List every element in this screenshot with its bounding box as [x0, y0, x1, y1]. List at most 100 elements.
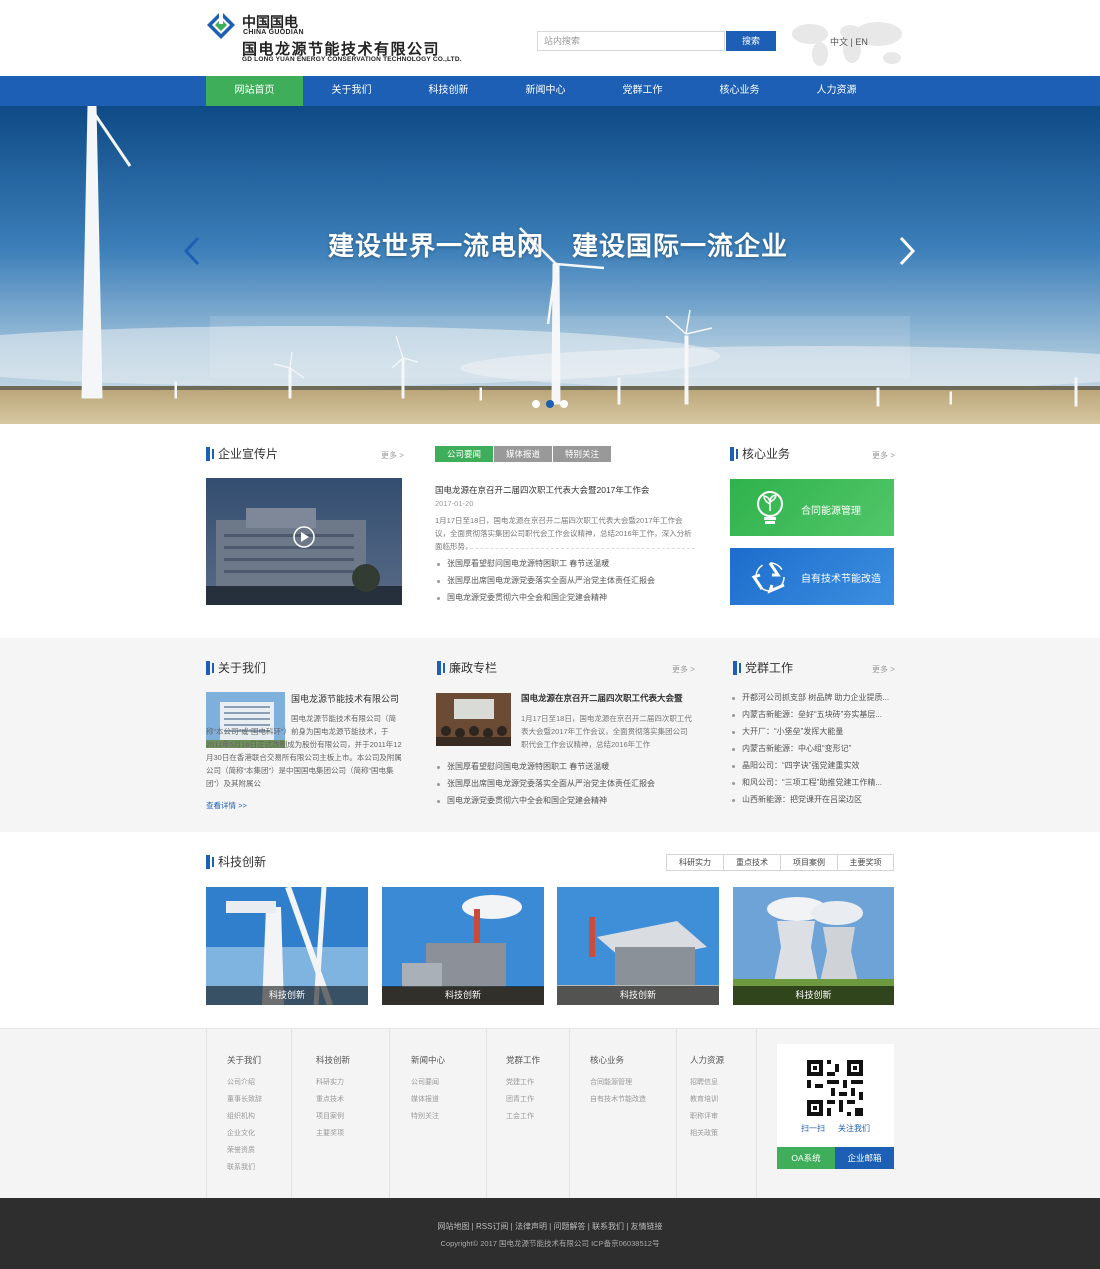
banner-next-arrow-icon[interactable] [898, 236, 916, 266]
integrity-list-item[interactable]: 张国厚出席国电龙源党委落实全面从严治党主体责任汇报会 [437, 778, 655, 789]
footer-link[interactable]: 团青工作 [506, 1094, 534, 1104]
footer-link[interactable]: 工会工作 [506, 1111, 534, 1121]
nav-item-party[interactable]: 党群工作 [594, 76, 691, 106]
banner-dot-3[interactable] [560, 400, 568, 408]
footer-col-title[interactable]: 核心业务 [590, 1054, 624, 1066]
search-input[interactable]: 站内搜索 [537, 31, 725, 51]
news-headline[interactable]: 国电龙源在京召开二届四次职工代表大会暨2017年工作会 [435, 484, 649, 496]
integrity-list-item[interactable]: 国电龙源党委贯彻六中全会和国企党建会精神 [437, 795, 607, 806]
footer-link[interactable]: 相关政策 [690, 1128, 718, 1138]
plant-bulb-icon [757, 491, 783, 524]
footer-link[interactable]: 自有技术节能改造 [590, 1094, 646, 1104]
business-card-energy-management[interactable]: 合同能源管理 [730, 479, 894, 536]
integrity-headline[interactable]: 国电龙源在京召开二届四次职工代表大会暨 [521, 692, 683, 704]
nav-item-home[interactable]: 网站首页 [206, 76, 303, 106]
party-list-item[interactable]: 和风公司：“三项工程”助推党建工作精... [732, 777, 882, 788]
news-list-item[interactable]: 张国厚出席国电龙源党委落实全面从严治党主体责任汇报会 [437, 575, 655, 586]
nav-item-about[interactable]: 关于我们 [303, 76, 400, 106]
nav-item-news[interactable]: 新闻中心 [497, 76, 594, 106]
tech-tab-cases[interactable]: 项目案例 [780, 854, 838, 871]
footer-link[interactable]: 荣誉资质 [227, 1145, 255, 1155]
footer-col-title[interactable]: 人力资源 [690, 1054, 724, 1066]
footer-link[interactable]: 公司要闻 [411, 1077, 439, 1087]
footer-link[interactable]: 招聘信息 [690, 1077, 718, 1087]
tab-media-reports[interactable]: 媒体报道 [494, 446, 552, 462]
footer-col-title[interactable]: 关于我们 [227, 1054, 261, 1066]
tab-company-news[interactable]: 公司要闻 [435, 446, 493, 462]
video-more-link[interactable]: 更多 > [381, 450, 404, 461]
integrity-section-title: 廉政专栏 [437, 661, 497, 675]
oa-system-button[interactable]: OA系统 [777, 1147, 835, 1169]
footer-link[interactable]: 公司介绍 [227, 1077, 255, 1087]
play-icon[interactable] [293, 526, 315, 548]
footer-link[interactable]: 企业文化 [227, 1128, 255, 1138]
tech-photo-card[interactable]: 科技创新 [382, 887, 544, 1005]
business-card-tech-retrofit[interactable]: 自有技术节能改造 [730, 548, 894, 605]
guodian-logo-icon[interactable] [206, 10, 236, 40]
footer-link[interactable]: 特别关注 [411, 1111, 439, 1121]
core-business-title: 核心业务 [730, 447, 790, 461]
news-list-item[interactable]: 张国厚看望慰问国电龙源特困职工 春节送温暖 [437, 558, 609, 569]
promo-video-thumbnail[interactable] [206, 478, 402, 605]
tech-photo-card[interactable]: 科技创新 [206, 887, 368, 1005]
nav-item-hr[interactable]: 人力资源 [788, 76, 885, 106]
company-name-en: GD LONG YUAN ENERGY CONSERVATION TECHNOL… [242, 56, 462, 63]
banner-dot-2[interactable] [546, 400, 554, 408]
footer-divider [486, 1028, 487, 1198]
party-list-item[interactable]: 内蒙古新能源：中心组“变形记” [732, 743, 851, 754]
tab-special-focus[interactable]: 特别关注 [553, 446, 611, 462]
footer-link[interactable]: 教育培训 [690, 1094, 718, 1104]
footer-divider [291, 1028, 292, 1198]
footer-link[interactable]: 媒体报道 [411, 1094, 439, 1104]
footer-link[interactable]: 董事长致辞 [227, 1094, 262, 1104]
footer-link[interactable]: 联系我们 [227, 1162, 255, 1172]
party-list-item[interactable]: 内蒙古新能源：垒好“五块砖”夯实基层... [732, 709, 882, 720]
core-business-more-link[interactable]: 更多 > [872, 450, 895, 461]
integrity-more-link[interactable]: 更多 > [672, 664, 695, 675]
banner-prev-arrow-icon[interactable] [183, 236, 201, 266]
footer-divider [569, 1028, 570, 1198]
bottom-links[interactable]: 网站地图 | RSS订阅 | 法律声明 | 问题解答 | 联系我们 | 友情链接 [0, 1221, 1100, 1232]
footer-col-title[interactable]: 科技创新 [316, 1054, 350, 1066]
integrity-list-item[interactable]: 张国厚看望慰问国电龙源特困职工 春节送温暖 [437, 761, 609, 772]
tech-photo-caption: 科技创新 [382, 986, 544, 1005]
tech-photo-card[interactable]: 科技创新 [557, 887, 719, 1005]
footer-link[interactable]: 主要奖项 [316, 1128, 344, 1138]
party-more-link[interactable]: 更多 > [872, 664, 895, 675]
footer-link[interactable]: 党建工作 [506, 1077, 534, 1087]
tech-tab-research[interactable]: 科研实力 [666, 854, 724, 871]
footer-col-title[interactable]: 党群工作 [506, 1054, 540, 1066]
qr-scan-label: 扫一扫 [801, 1124, 825, 1133]
footer-col-title[interactable]: 新闻中心 [411, 1054, 445, 1066]
tech-photo-caption: 科技创新 [206, 986, 368, 1005]
video-section-title: 企业宣传片 [206, 447, 278, 461]
tech-tab-awards[interactable]: 主要奖项 [837, 854, 894, 871]
search-button[interactable]: 搜索 [726, 31, 776, 51]
nav-item-business[interactable]: 核心业务 [691, 76, 788, 106]
header: 中国国电 CHINA GUODIAN 国电龙源节能技术有限公司 GD LONG … [0, 0, 1100, 76]
party-section-title: 党群工作 [733, 661, 793, 675]
copyright-text: Copyright© 2017 国电龙源节能技术有限公司 ICP备京060385… [440, 1239, 660, 1248]
about-more-link[interactable]: 查看详情 >> [206, 800, 247, 811]
footer-link[interactable]: 项目案例 [316, 1111, 344, 1121]
nav-item-tech[interactable]: 科技创新 [400, 76, 497, 106]
footer-link[interactable]: 组织机构 [227, 1111, 255, 1121]
logo-en-text: CHINA GUODIAN [243, 29, 304, 36]
party-list-item[interactable]: 晶阳公司：“四字诀”强党建重实效 [732, 760, 859, 771]
footer-link[interactable]: 合同能源管理 [590, 1077, 632, 1087]
party-list-item[interactable]: 大开厂：“小堡垒”发挥大能量 [732, 726, 843, 737]
corporate-mail-button[interactable]: 企业邮箱 [835, 1147, 894, 1169]
news-list-item[interactable]: 国电龙源党委贯彻六中全会和国企党建会精神 [437, 592, 607, 603]
footer-divider [756, 1028, 757, 1198]
footer-link[interactable]: 职称评审 [690, 1111, 718, 1121]
footer-link[interactable]: 科研实力 [316, 1077, 344, 1087]
banner-dot-1[interactable] [532, 400, 540, 408]
tech-photo-card[interactable]: 科技创新 [733, 887, 894, 1005]
party-list-item[interactable]: 山西新能源：把党课开在吕梁边区 [732, 794, 862, 805]
footer-link[interactable]: 重点技术 [316, 1094, 344, 1104]
language-switch[interactable]: 中文 | EN [830, 35, 868, 48]
tech-photo-caption: 科技创新 [557, 986, 719, 1005]
tech-tab-key-tech[interactable]: 重点技术 [723, 854, 781, 871]
party-list-item[interactable]: 开都河公司抓支部 树品牌 助力企业提质... [732, 692, 889, 703]
main-nav: 网站首页 关于我们 科技创新 新闻中心 党群工作 核心业务 人力资源 [0, 76, 1100, 106]
